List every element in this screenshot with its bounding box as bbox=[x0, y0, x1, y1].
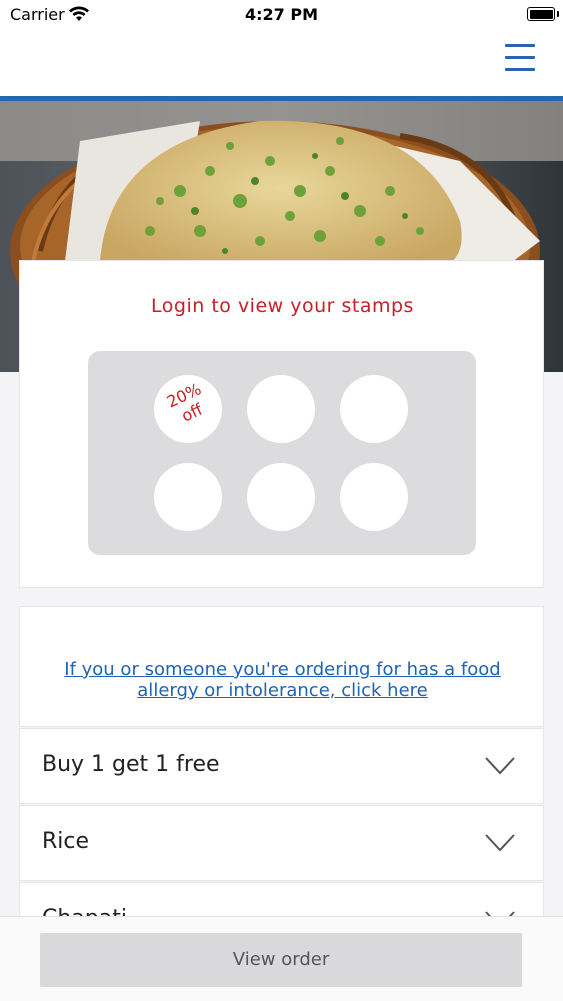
footer-bar: View order bbox=[0, 916, 563, 1001]
stamp-card: Login to view your stamps 20% off bbox=[19, 260, 544, 588]
login-to-view-stamps-link[interactable]: Login to view your stamps bbox=[20, 295, 545, 317]
status-bar: Carrier 4:27 PM bbox=[0, 0, 563, 30]
allergy-info-card: If you or someone you're ordering for ha… bbox=[19, 606, 544, 727]
stamp-slot bbox=[340, 375, 408, 443]
stamp-slot-reward: 20% off bbox=[154, 375, 222, 443]
reward-label: 20% off bbox=[163, 379, 206, 426]
category-label: Buy 1 get 1 free bbox=[42, 752, 220, 777]
allergy-info-link[interactable]: If you or someone you're ordering for ha… bbox=[50, 659, 515, 701]
stamp-slot bbox=[340, 463, 408, 531]
category-row-buy-1-get-1-free[interactable]: Buy 1 get 1 free bbox=[19, 728, 544, 804]
hamburger-menu-icon[interactable] bbox=[505, 44, 535, 72]
stamp-slot bbox=[247, 463, 315, 531]
view-order-button[interactable]: View order bbox=[40, 933, 522, 987]
chevron-down-icon bbox=[485, 834, 515, 852]
battery-icon bbox=[527, 7, 559, 21]
stamp-slot bbox=[154, 463, 222, 531]
category-label: Rice bbox=[42, 829, 90, 854]
stamp-grid: 20% off bbox=[88, 351, 476, 555]
stamp-slot bbox=[247, 375, 315, 443]
chevron-down-icon bbox=[485, 757, 515, 775]
clock: 4:27 PM bbox=[244, 5, 318, 24]
category-row-rice[interactable]: Rice bbox=[19, 805, 544, 881]
top-navigation-bar bbox=[0, 30, 563, 101]
